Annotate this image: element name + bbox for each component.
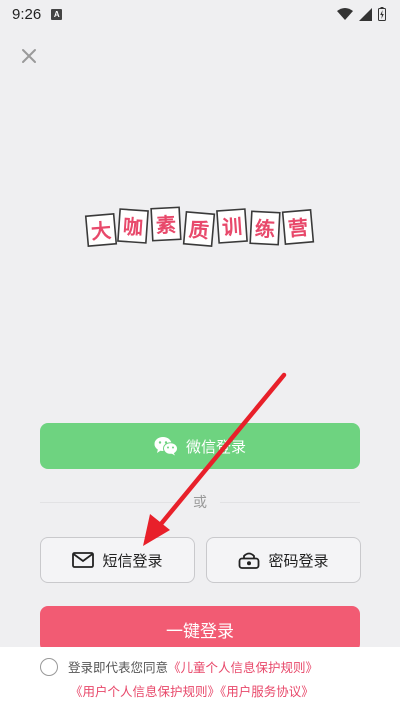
logo-tile: 训 (216, 208, 248, 244)
password-login-label: 密码登录 (268, 551, 329, 570)
divider-or-text: 或 (193, 495, 207, 511)
status-icons (337, 7, 386, 21)
logo-tile: 大 (84, 212, 118, 248)
notification-icon: A (51, 8, 63, 20)
logo-char: 素 (155, 212, 176, 237)
logo-tile: 营 (281, 208, 315, 246)
mail-icon (72, 552, 95, 568)
sms-login-button[interactable]: 短信登录 (40, 537, 195, 583)
lock-icon (239, 552, 260, 569)
wifi-icon (337, 8, 353, 20)
logo-char: 咖 (122, 214, 144, 239)
logo-char: 质 (188, 217, 210, 243)
brand-logo: 大 咖 素 质 训 练 营 (84, 206, 315, 248)
password-login-button[interactable]: 密码登录 (206, 537, 361, 583)
agreement-checkbox[interactable] (40, 658, 58, 676)
sms-login-label: 短信登录 (102, 551, 163, 570)
child-privacy-link[interactable]: 《儿童个人信息保护规则》 (168, 660, 318, 675)
wechat-login-label: 微信登录 (185, 437, 246, 456)
close-icon (22, 49, 36, 63)
logo-char: 练 (254, 216, 275, 241)
logo-tile: 质 (182, 210, 216, 248)
signal-icon (359, 7, 372, 21)
logo-tile: 素 (150, 206, 182, 242)
wechat-login-button[interactable]: 微信登录 (40, 423, 360, 469)
wechat-icon (154, 437, 178, 456)
one-click-login-button[interactable]: 一键登录 (40, 606, 360, 652)
status-bar: 9:26 A (0, 0, 400, 28)
agreement-panel: 登录即代表您同意《儿童个人信息保护规则》 《用户个人信息保护规则》《用户服务协议… (0, 647, 400, 710)
agreement-prefix: 登录即代表您同意 (68, 660, 169, 675)
close-button[interactable] (17, 44, 41, 68)
user-privacy-link[interactable]: 《用户个人信息保护规则》 (70, 684, 220, 699)
battery-icon (378, 7, 386, 21)
logo-tile: 咖 (117, 208, 149, 244)
one-click-login-label: 一键登录 (166, 621, 234, 642)
logo-char: 营 (287, 215, 309, 241)
status-time: 9:26 (12, 5, 42, 23)
service-agreement-link[interactable]: 《用户服务协议》 (220, 684, 314, 699)
agreement-line-2: 《用户个人信息保护规则》《用户服务协议》 (70, 681, 314, 700)
annotation-arrow-icon (143, 372, 287, 546)
logo-char: 训 (221, 214, 243, 239)
agreement-line-1: 登录即代表您同意《儿童个人信息保护规则》 (68, 657, 318, 676)
logo-tile: 练 (249, 210, 281, 246)
logo-char: 大 (90, 218, 112, 244)
